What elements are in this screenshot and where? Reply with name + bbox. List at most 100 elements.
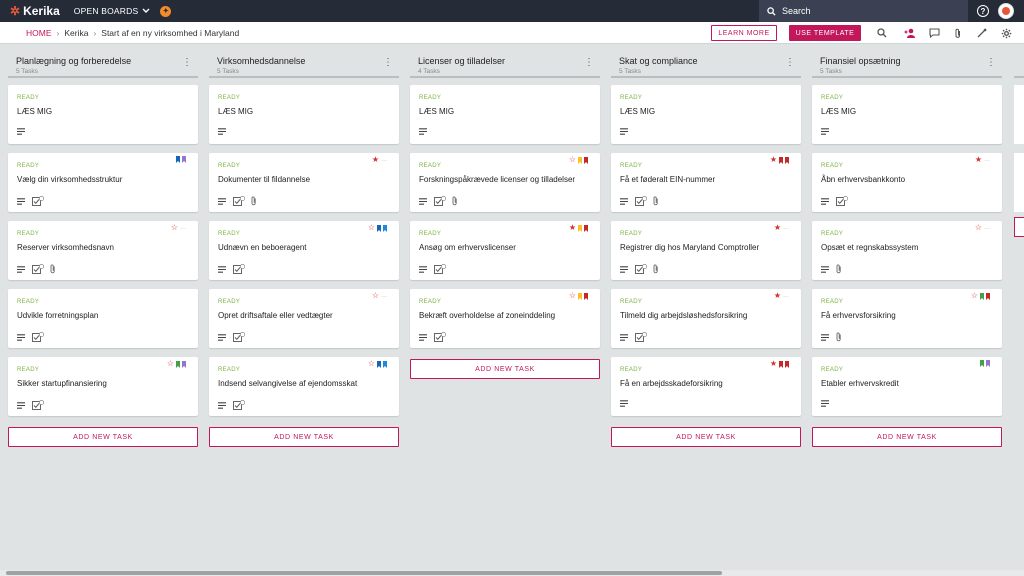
column-header[interactable]: Planlægning og forberedelse 5 Tasks ⋮ (8, 52, 198, 78)
add-new-task-button[interactable]: ADD NEW TASK (812, 427, 1002, 447)
scrollbar-thumb[interactable] (6, 571, 722, 575)
add-person-icon[interactable] (904, 27, 916, 39)
task-card[interactable]: READY Vælg din virksomhedsstruktur (8, 153, 198, 212)
star-filled-icon[interactable]: ★ (770, 360, 777, 368)
task-title[interactable]: Vælg din virksomhedsstruktur (17, 175, 122, 184)
more-vert-icon[interactable]: ⋮ (986, 58, 996, 68)
search-icon[interactable] (876, 27, 888, 39)
star-outline-icon[interactable]: ☆ (569, 156, 576, 164)
breadcrumb-home[interactable]: HOME (26, 28, 52, 38)
horizontal-scrollbar[interactable] (0, 570, 1024, 576)
task-card[interactable]: ☆… READY Reserver virksomhedsnavn (8, 221, 198, 280)
task-title[interactable]: Opret driftsaftale eller vedtægter (218, 311, 333, 320)
add-new-task-button[interactable]: ADD NEW TASK (209, 427, 399, 447)
star-outline-icon[interactable]: ☆ (167, 360, 174, 368)
attachment-icon[interactable] (952, 27, 964, 39)
task-card[interactable]: READY Udvikle forretningsplan (8, 289, 198, 348)
task-card[interactable]: ☆ READY Indsend selvangivelse af ejendomss… (209, 357, 399, 416)
star-outline-icon[interactable]: ☆ (569, 292, 576, 300)
task-title[interactable]: LÆS MIG (620, 107, 655, 116)
column-header[interactable]: Licenser og tilladelser 4 Tasks ⋮ (410, 52, 600, 78)
task-title[interactable]: Ansøg om erhvervslicenser (419, 243, 516, 252)
task-card[interactable]: READY Etabler erhvervskredit (812, 357, 1002, 416)
task-title[interactable]: Indsend selvangivelse af ejendomsskat (218, 379, 357, 388)
star-outline-icon[interactable]: ☆ (971, 292, 978, 300)
task-card[interactable]: READY LÆS MIG (209, 85, 399, 144)
task-title[interactable]: LÆS MIG (419, 107, 454, 116)
more-horiz-icon[interactable]: … (783, 225, 789, 231)
task-title[interactable]: Bekræft overholdelse af zoneinddeling (419, 311, 555, 320)
more-horiz-icon[interactable]: … (180, 225, 186, 231)
add-new-task-button[interactable]: ADD NEW TASK (410, 359, 600, 379)
kerika-logo[interactable]: ✲ Kerika (10, 4, 60, 18)
star-filled-icon[interactable]: ★ (774, 292, 781, 300)
task-title[interactable]: Åbn erhvervsbankkonto (821, 175, 905, 184)
task-title[interactable]: Reserver virksomhedsnavn (17, 243, 114, 252)
chat-icon[interactable] (928, 27, 940, 39)
notification-icon[interactable]: ✦ (160, 5, 172, 17)
add-new-task-button[interactable]: ADD NEW TASK (611, 427, 801, 447)
more-horiz-icon[interactable]: … (783, 293, 789, 299)
task-title[interactable]: Få et føderalt EIN-nummer (620, 175, 715, 184)
task-title[interactable]: Registrer dig hos Maryland Comptroller (620, 243, 759, 252)
task-title[interactable]: Etabler erhvervskredit (821, 379, 899, 388)
more-vert-icon[interactable]: ⋮ (584, 58, 594, 68)
task-card[interactable]: ☆ READY Forskningspåkrævede licenser og ti… (410, 153, 600, 212)
more-vert-icon[interactable]: ⋮ (785, 58, 795, 68)
task-card[interactable]: ☆ READY Få erhvervsforsikring (812, 289, 1002, 348)
task-title[interactable]: Udvikle forretningsplan (17, 311, 98, 320)
task-title[interactable]: Dokumenter til fildannelse (218, 175, 310, 184)
breadcrumb-org[interactable]: Kerika (64, 28, 88, 38)
avatar[interactable] (998, 3, 1014, 19)
star-filled-icon[interactable]: ★ (569, 224, 576, 232)
more-horiz-icon[interactable]: … (984, 225, 990, 231)
star-outline-icon[interactable]: ☆ (171, 224, 178, 232)
task-title[interactable]: Få erhvervsforsikring (821, 311, 896, 320)
star-filled-icon[interactable]: ★ (372, 156, 379, 164)
tag-icon[interactable] (976, 27, 988, 39)
learn-more-button[interactable]: LEARN MORE (711, 25, 777, 41)
task-title[interactable]: Tilmeld dig arbejdsløshedsforsikring (620, 311, 747, 320)
add-new-task-button[interactable]: ADD NEW TASK (8, 427, 198, 447)
star-filled-icon[interactable]: ★ (975, 156, 982, 164)
task-card[interactable]: ☆ READY Sikker startupfinansiering (8, 357, 198, 416)
task-card[interactable]: ★ READY Ansøg om erhvervslicenser (410, 221, 600, 280)
star-outline-icon[interactable]: ☆ (372, 292, 379, 300)
task-title[interactable]: Sikker startupfinansiering (17, 379, 107, 388)
task-card[interactable]: ★… READY Dokumenter til fildannelse (209, 153, 399, 212)
task-card[interactable]: ★… READY Åbn erhvervsbankkonto (812, 153, 1002, 212)
more-vert-icon[interactable]: ⋮ (182, 58, 192, 68)
task-title[interactable]: Udnævn en beboeragent (218, 243, 307, 252)
more-horiz-icon[interactable]: … (984, 157, 990, 163)
task-title[interactable]: LÆS MIG (821, 107, 856, 116)
task-title[interactable]: Forskningspåkrævede licenser og tilladel… (419, 175, 575, 184)
more-horiz-icon[interactable]: … (381, 293, 387, 299)
more-vert-icon[interactable]: ⋮ (383, 58, 393, 68)
column-header[interactable]: Finansiel opsætning 5 Tasks ⋮ (812, 52, 1002, 78)
task-title[interactable]: Opsæt et regnskabssystem (821, 243, 918, 252)
task-title[interactable]: Få en arbejdsskadeforsikring (620, 379, 723, 388)
column-header[interactable]: Skat og compliance 5 Tasks ⋮ (611, 52, 801, 78)
column-header[interactable]: Virksomhedsdannelse 5 Tasks ⋮ (209, 52, 399, 78)
task-card[interactable]: READY LÆS MIG (8, 85, 198, 144)
task-card[interactable]: READY LÆS MIG (611, 85, 801, 144)
task-card[interactable]: ★ READY Få et føderalt EIN-nummer (611, 153, 801, 212)
search-input[interactable]: Search (759, 0, 968, 22)
open-boards-menu[interactable]: OPEN BOARDS (74, 6, 151, 16)
task-card[interactable]: ★ READY Få en arbejdsskadeforsikring (611, 357, 801, 416)
task-card[interactable]: ☆ READY Bekræft overholdelse af zoneinddel… (410, 289, 600, 348)
task-title[interactable]: LÆS MIG (17, 107, 52, 116)
task-card[interactable]: ☆… READY Opsæt et regnskabssystem (812, 221, 1002, 280)
use-template-button[interactable]: USE TEMPLATE (789, 25, 861, 41)
star-outline-icon[interactable]: ☆ (975, 224, 982, 232)
more-horiz-icon[interactable]: … (381, 157, 387, 163)
star-outline-icon[interactable]: ☆ (368, 224, 375, 232)
gear-icon[interactable] (1000, 27, 1012, 39)
star-filled-icon[interactable]: ★ (770, 156, 777, 164)
task-card[interactable]: READY LÆS MIG (410, 85, 600, 144)
star-filled-icon[interactable]: ★ (774, 224, 781, 232)
task-title[interactable]: LÆS MIG (218, 107, 253, 116)
task-card[interactable]: ☆… READY Opret driftsaftale eller vedtægte… (209, 289, 399, 348)
task-card[interactable]: ☆ READY Udnævn en beboeragent (209, 221, 399, 280)
task-card[interactable]: ★… READY Registrer dig hos Maryland Comptr… (611, 221, 801, 280)
